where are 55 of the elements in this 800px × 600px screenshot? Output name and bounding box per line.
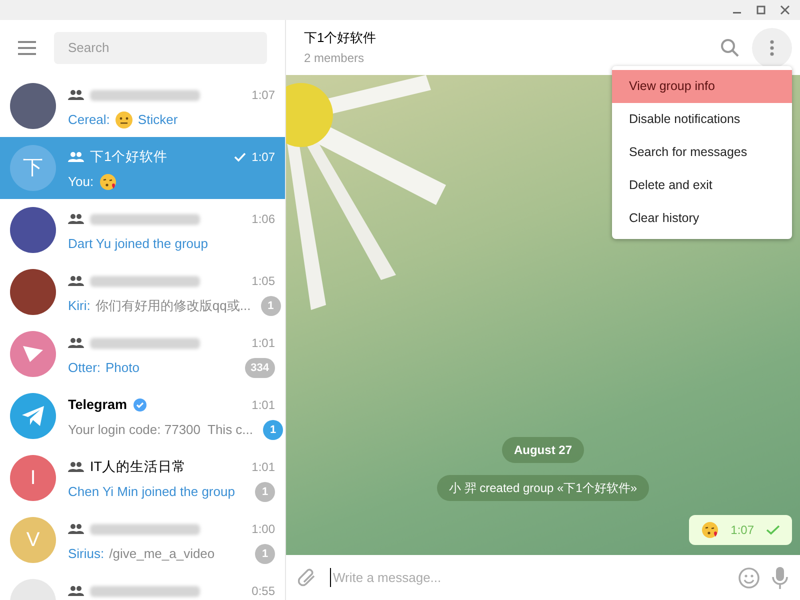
unread-badge: 1 — [260, 296, 281, 316]
chat-time: 0:55 — [252, 583, 275, 600]
chat-name: IT人的生活日常 — [90, 458, 186, 476]
neutral-face-icon — [114, 111, 133, 129]
chat-time: 1:06 — [252, 211, 275, 228]
message-preview: Your login code: 77300 This c... — [68, 421, 254, 440]
more-options-button[interactable] — [752, 28, 792, 68]
message-sender: Kiri: — [68, 297, 90, 316]
chat-time: 1:01 — [252, 397, 275, 414]
chat-time: 1:01 — [252, 459, 275, 476]
chat-name: 下1个好软件 — [90, 148, 168, 166]
message-input[interactable]: Write a message... — [330, 568, 726, 588]
message-preview: Sticker — [138, 111, 178, 130]
chat-time: 1:00 — [252, 521, 275, 538]
message-sender: Otter: — [68, 359, 101, 378]
kissing-face-icon — [98, 173, 117, 191]
date-label: August 27 — [502, 437, 584, 463]
chat-time: 1:01 — [252, 335, 275, 352]
menu-icon[interactable] — [18, 40, 36, 54]
letter-avatar: 下 — [10, 145, 56, 191]
message-time: 1:07 — [730, 522, 754, 539]
menu-item[interactable]: Delete and exit — [612, 169, 792, 202]
unread-badge: 1 — [255, 544, 275, 564]
letter-avatar: I — [10, 455, 56, 501]
unread-badge: 1 — [255, 482, 275, 502]
message-preview: Dart Yu joined the group — [68, 235, 208, 254]
menu-item[interactable]: View group info — [612, 70, 792, 103]
message-preview: 你们有好用的修改版qq或... — [95, 297, 251, 316]
service-message: 小 羿 created group «下1个好软件» — [436, 475, 650, 501]
search-icon[interactable] — [720, 38, 740, 58]
message-preview: /give_me_a_video — [109, 545, 215, 564]
kissing-face-icon — [700, 521, 719, 539]
microphone-icon[interactable] — [772, 566, 788, 588]
message-preview: Chen Yi Min joined the group — [68, 483, 235, 502]
message-sender: Cereal: — [68, 111, 110, 130]
menu-item[interactable]: Clear history — [612, 202, 792, 235]
smiley-icon[interactable] — [738, 566, 760, 588]
menu-item[interactable]: Search for messages — [612, 136, 792, 169]
close-icon[interactable] — [780, 5, 790, 15]
menu-item[interactable]: Disable notifications — [612, 103, 792, 136]
chat-time: 1:07 — [252, 87, 275, 104]
maximize-icon[interactable] — [756, 5, 766, 15]
unread-badge: 1 — [263, 420, 284, 440]
chat-time: 1:05 — [252, 273, 275, 290]
message-sender: Sirius: — [68, 545, 104, 564]
letter-avatar: V — [10, 517, 56, 563]
chat-name: Telegram — [68, 396, 128, 414]
chat-title: 下1个好软件 — [304, 28, 378, 47]
search-field[interactable]: Search — [54, 32, 267, 64]
chat-time: 1:07 — [252, 149, 275, 166]
message-sender: You: — [68, 173, 94, 192]
member-count: 2 members — [304, 50, 366, 68]
more-vertical-icon — [770, 40, 774, 56]
message-preview: Photo — [106, 359, 140, 378]
unread-badge: 334 — [244, 358, 275, 378]
